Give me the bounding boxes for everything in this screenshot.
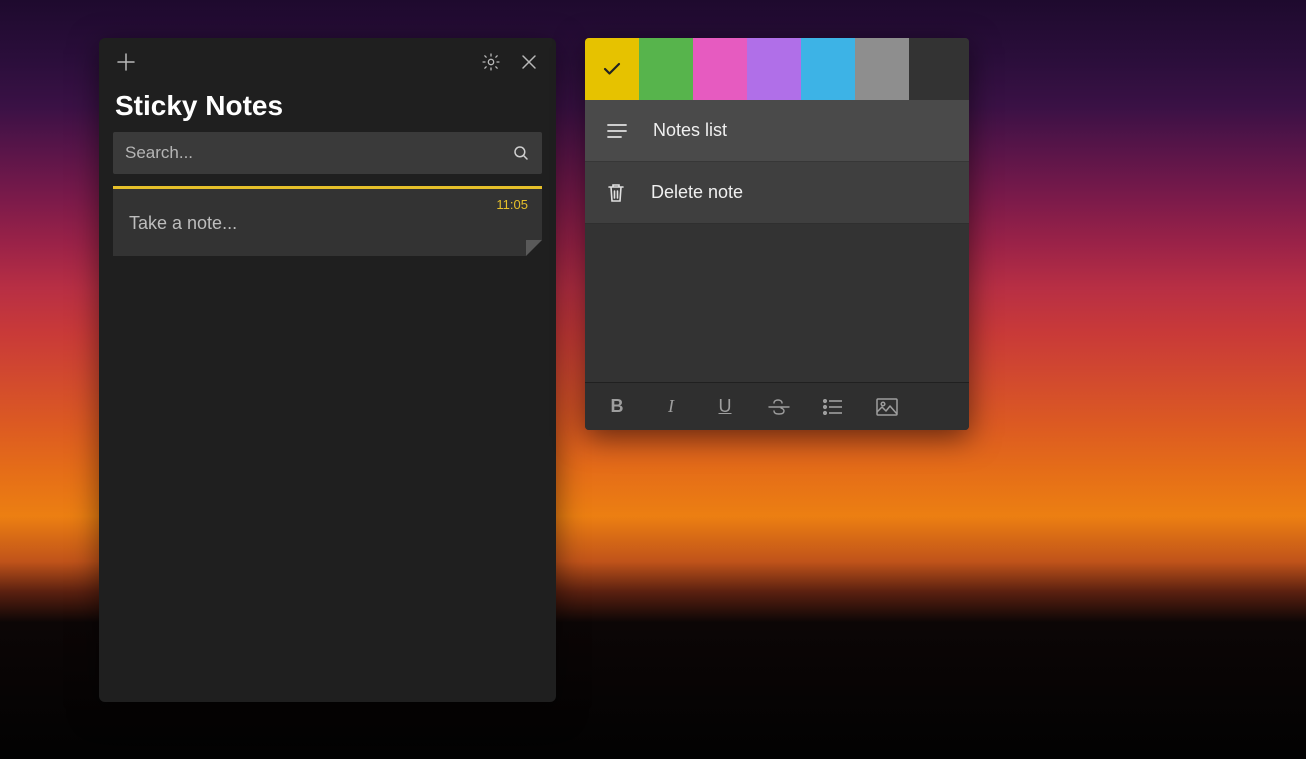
menu-item-delete-note[interactable]: Delete note	[585, 162, 969, 224]
close-icon	[521, 54, 537, 70]
note-card[interactable]: 11:05 Take a note...	[113, 186, 542, 256]
menu-label-delete-note: Delete note	[651, 182, 743, 203]
note-editor-window: Notes list Delete note B I U	[585, 38, 969, 430]
search-icon	[512, 144, 530, 162]
format-strikethrough-button[interactable]	[757, 388, 801, 426]
color-row-filler	[909, 38, 969, 100]
search-input[interactable]	[125, 143, 502, 163]
sticky-notes-window: Sticky Notes 11:05 Take a note...	[99, 38, 556, 702]
menu-label-notes-list: Notes list	[653, 120, 727, 141]
app-title: Sticky Notes	[99, 86, 556, 132]
note-menu: Notes list Delete note	[585, 100, 969, 224]
bullet-list-icon	[823, 399, 843, 415]
search-field[interactable]	[113, 132, 542, 174]
strikethrough-icon	[768, 398, 790, 416]
italic-icon: I	[668, 396, 674, 417]
color-swatch-blue[interactable]	[801, 38, 855, 100]
titlebar	[99, 38, 556, 86]
note-fold-corner	[526, 240, 542, 256]
note-timestamp: 11:05	[496, 197, 528, 212]
gear-icon	[481, 52, 501, 72]
color-swatch-purple[interactable]	[747, 38, 801, 100]
plus-icon	[117, 53, 135, 71]
format-bullets-button[interactable]	[811, 388, 855, 426]
color-picker-row	[585, 38, 969, 100]
format-bold-button[interactable]: B	[595, 388, 639, 426]
format-toolbar: B I U	[585, 382, 969, 430]
format-underline-button[interactable]: U	[703, 388, 747, 426]
list-icon	[607, 123, 627, 139]
close-window-button[interactable]	[510, 43, 548, 81]
color-swatch-pink[interactable]	[693, 38, 747, 100]
new-note-button[interactable]	[107, 43, 145, 81]
color-swatch-yellow[interactable]	[585, 38, 639, 100]
image-icon	[876, 398, 898, 416]
note-body-area[interactable]	[585, 224, 969, 382]
color-swatch-gray[interactable]	[855, 38, 909, 100]
settings-button[interactable]	[472, 43, 510, 81]
bold-icon: B	[611, 396, 624, 417]
underline-icon: U	[719, 396, 732, 417]
format-italic-button[interactable]: I	[649, 388, 693, 426]
menu-item-notes-list[interactable]: Notes list	[585, 100, 969, 162]
note-preview-text: Take a note...	[129, 213, 526, 234]
format-image-button[interactable]	[865, 388, 909, 426]
checkmark-icon	[603, 62, 621, 76]
trash-icon	[607, 183, 625, 203]
color-swatch-green[interactable]	[639, 38, 693, 100]
